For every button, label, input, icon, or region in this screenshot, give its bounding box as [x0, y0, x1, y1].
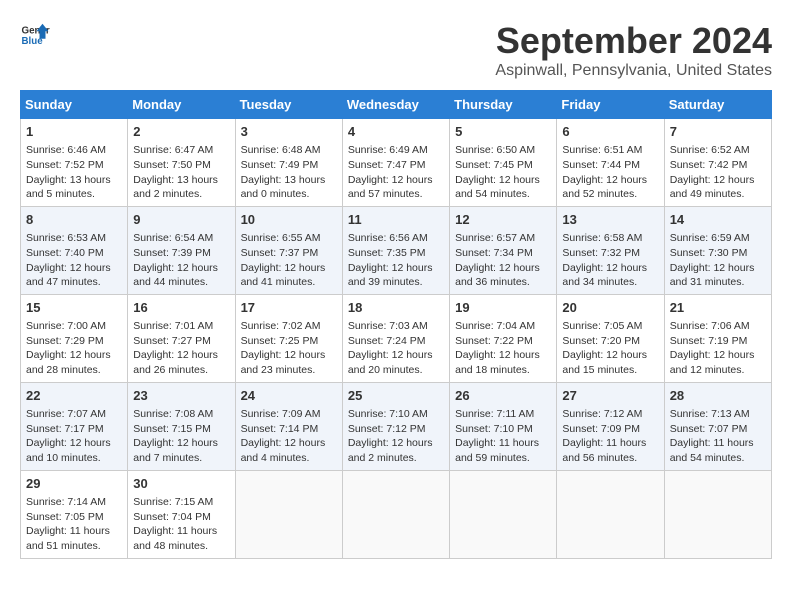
table-row: 13Sunrise: 6:58 AMSunset: 7:32 PMDayligh… [557, 206, 664, 294]
table-row: 10Sunrise: 6:55 AMSunset: 7:37 PMDayligh… [235, 206, 342, 294]
table-row [557, 470, 664, 558]
table-row: 15Sunrise: 7:00 AMSunset: 7:29 PMDayligh… [21, 294, 128, 382]
table-row: 6Sunrise: 6:51 AMSunset: 7:44 PMDaylight… [557, 119, 664, 207]
table-row: 27Sunrise: 7:12 AMSunset: 7:09 PMDayligh… [557, 382, 664, 470]
table-row: 23Sunrise: 7:08 AMSunset: 7:15 PMDayligh… [128, 382, 235, 470]
table-row: 8Sunrise: 6:53 AMSunset: 7:40 PMDaylight… [21, 206, 128, 294]
col-monday: Monday [128, 91, 235, 119]
table-row: 17Sunrise: 7:02 AMSunset: 7:25 PMDayligh… [235, 294, 342, 382]
table-row: 5Sunrise: 6:50 AMSunset: 7:45 PMDaylight… [450, 119, 557, 207]
table-row: 28Sunrise: 7:13 AMSunset: 7:07 PMDayligh… [664, 382, 771, 470]
table-row: 7Sunrise: 6:52 AMSunset: 7:42 PMDaylight… [664, 119, 771, 207]
logo-icon: General Blue [20, 20, 50, 50]
table-row: 12Sunrise: 6:57 AMSunset: 7:34 PMDayligh… [450, 206, 557, 294]
col-wednesday: Wednesday [342, 91, 449, 119]
table-row [235, 470, 342, 558]
table-row: 9Sunrise: 6:54 AMSunset: 7:39 PMDaylight… [128, 206, 235, 294]
table-row [664, 470, 771, 558]
table-row: 11Sunrise: 6:56 AMSunset: 7:35 PMDayligh… [342, 206, 449, 294]
table-row: 19Sunrise: 7:04 AMSunset: 7:22 PMDayligh… [450, 294, 557, 382]
col-thursday: Thursday [450, 91, 557, 119]
table-row: 1Sunrise: 6:46 AMSunset: 7:52 PMDaylight… [21, 119, 128, 207]
table-row: 18Sunrise: 7:03 AMSunset: 7:24 PMDayligh… [342, 294, 449, 382]
title-area: September 2024 Aspinwall, Pennsylvania, … [495, 20, 772, 80]
table-row: 29Sunrise: 7:14 AMSunset: 7:05 PMDayligh… [21, 470, 128, 558]
col-friday: Friday [557, 91, 664, 119]
calendar-table: Sunday Monday Tuesday Wednesday Thursday… [20, 90, 772, 559]
table-row: 3Sunrise: 6:48 AMSunset: 7:49 PMDaylight… [235, 119, 342, 207]
table-row: 14Sunrise: 6:59 AMSunset: 7:30 PMDayligh… [664, 206, 771, 294]
table-row [450, 470, 557, 558]
col-tuesday: Tuesday [235, 91, 342, 119]
logo: General Blue [20, 20, 50, 50]
table-row: 30Sunrise: 7:15 AMSunset: 7:04 PMDayligh… [128, 470, 235, 558]
table-row: 26Sunrise: 7:11 AMSunset: 7:10 PMDayligh… [450, 382, 557, 470]
col-saturday: Saturday [664, 91, 771, 119]
table-row: 21Sunrise: 7:06 AMSunset: 7:19 PMDayligh… [664, 294, 771, 382]
table-row: 25Sunrise: 7:10 AMSunset: 7:12 PMDayligh… [342, 382, 449, 470]
month-title: September 2024 [495, 20, 772, 62]
table-row: 16Sunrise: 7:01 AMSunset: 7:27 PMDayligh… [128, 294, 235, 382]
header-row: Sunday Monday Tuesday Wednesday Thursday… [21, 91, 772, 119]
table-row: 24Sunrise: 7:09 AMSunset: 7:14 PMDayligh… [235, 382, 342, 470]
table-row: 2Sunrise: 6:47 AMSunset: 7:50 PMDaylight… [128, 119, 235, 207]
location-title: Aspinwall, Pennsylvania, United States [495, 62, 772, 80]
table-row: 20Sunrise: 7:05 AMSunset: 7:20 PMDayligh… [557, 294, 664, 382]
header: General Blue September 2024 Aspinwall, P… [20, 20, 772, 80]
col-sunday: Sunday [21, 91, 128, 119]
table-row: 4Sunrise: 6:49 AMSunset: 7:47 PMDaylight… [342, 119, 449, 207]
table-row: 22Sunrise: 7:07 AMSunset: 7:17 PMDayligh… [21, 382, 128, 470]
table-row [342, 470, 449, 558]
